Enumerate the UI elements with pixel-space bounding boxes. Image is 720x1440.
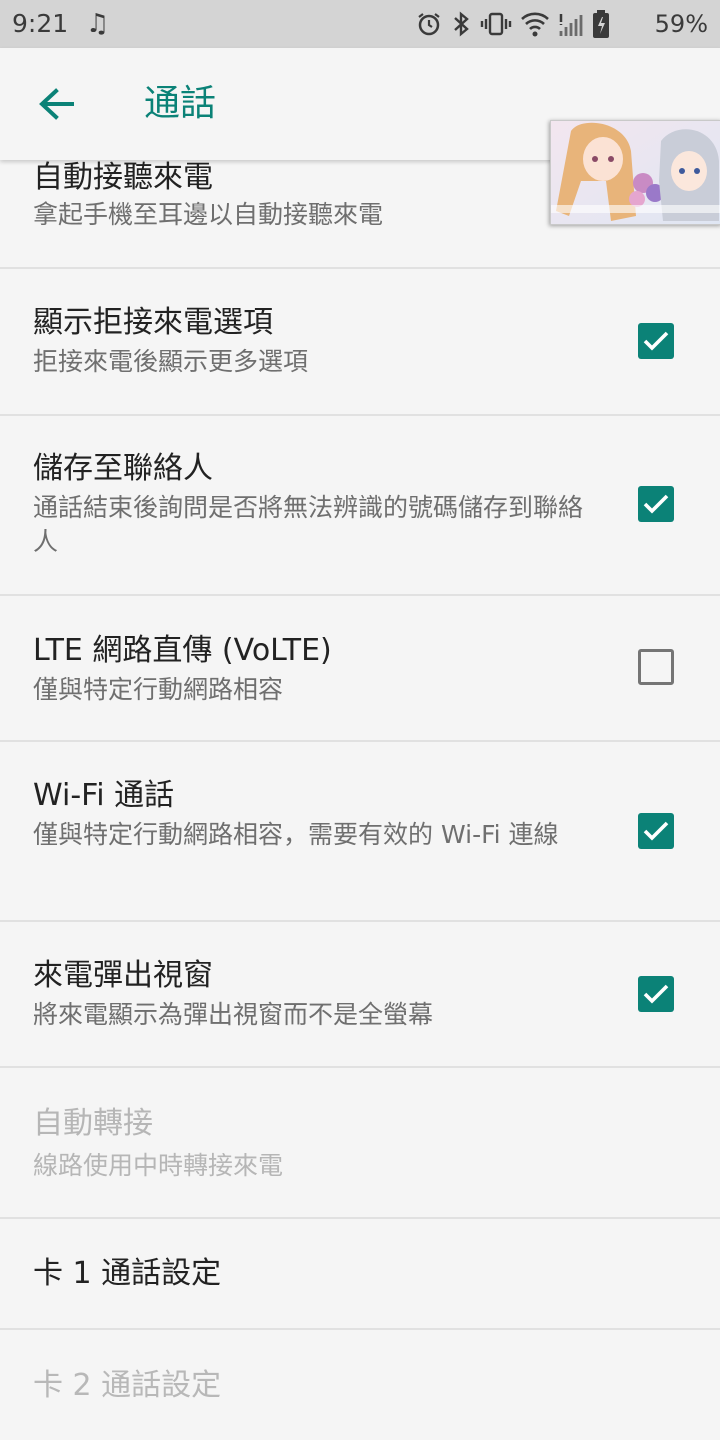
wifi-icon <box>520 10 550 38</box>
setting-title: Wi-Fi 通話 <box>33 778 175 813</box>
checkbox-checked[interactable] <box>638 976 674 1012</box>
setting-title: 卡 2 通話設定 <box>33 1368 222 1403</box>
status-icons <box>416 6 610 42</box>
setting-subtitle: 僅與特定行動網路相容 <box>33 675 284 704</box>
alarm-icon <box>416 11 442 37</box>
checkbox-checked[interactable] <box>638 486 674 522</box>
back-button[interactable] <box>34 82 78 126</box>
setting-title: 儲存至聯絡人 <box>33 451 213 486</box>
battery-icon <box>592 9 610 39</box>
setting-call-forwarding[interactable]: 自動轉接 線路使用中時轉接來電 <box>0 1068 720 1219</box>
checkbox-checked[interactable] <box>638 813 674 849</box>
setting-save-to-contacts[interactable]: 儲存至聯絡人 通話結束後詢問是否將無法辨識的號碼儲存到聯絡人 <box>0 416 720 596</box>
setting-subtitle: 僅與特定行動網路相容，需要有效的 Wi-Fi 連線 <box>33 820 559 849</box>
setting-volte[interactable]: LTE 網路直傳 (VoLTE) 僅與特定行動網路相容 <box>0 596 720 742</box>
status-time: 9:21 <box>12 9 69 38</box>
status-bar: 9:21 ♫ 59% <box>0 0 720 48</box>
setting-sim1-call-settings[interactable]: 卡 1 通話設定 <box>0 1219 720 1330</box>
setting-title: 自動接聽來電 <box>33 160 213 195</box>
checkbox-unchecked[interactable] <box>638 649 674 685</box>
page-title: 通話 <box>144 83 217 124</box>
setting-subtitle: 拒接來電後顯示更多選項 <box>33 347 309 376</box>
setting-subtitle: 線路使用中時轉接來電 <box>33 1151 284 1180</box>
setting-subtitle: 通話結束後詢問是否將無法辨識的號碼儲存到聯絡人 <box>33 493 584 556</box>
setting-subtitle: 將來電顯示為彈出視窗而不是全螢幕 <box>33 1000 434 1029</box>
setting-title: 卡 1 通話設定 <box>33 1256 222 1291</box>
bluetooth-icon <box>450 10 472 38</box>
setting-sim2-call-settings[interactable]: 卡 2 通話設定 <box>0 1330 720 1440</box>
music-note-icon: ♫ <box>86 9 110 39</box>
floating-thumbnail-image[interactable] <box>550 120 720 225</box>
settings-list: 自動接聽來電 拿起手機至耳邊以自動接聽來電 顯示拒接來電選項 拒接來電後顯示更多… <box>0 160 720 1440</box>
setting-title: 自動轉接 <box>33 1106 153 1141</box>
signal-icon <box>558 10 584 38</box>
setting-incoming-popup[interactable]: 來電彈出視窗 將來電顯示為彈出視窗而不是全螢幕 <box>0 922 720 1068</box>
setting-show-reject-options[interactable]: 顯示拒接來電選項 拒接來電後顯示更多選項 <box>0 269 720 416</box>
vibrate-icon <box>480 11 512 37</box>
battery-percent: 59% <box>654 10 708 38</box>
checkbox-checked[interactable] <box>638 323 674 359</box>
setting-subtitle: 拿起手機至耳邊以自動接聽來電 <box>33 200 384 229</box>
setting-title: 來電彈出視窗 <box>33 958 213 993</box>
setting-title: LTE 網路直傳 (VoLTE) <box>33 633 332 668</box>
arrow-back-icon <box>39 88 74 120</box>
setting-title: 顯示拒接來電選項 <box>33 305 273 340</box>
setting-wifi-calling[interactable]: Wi-Fi 通話 僅與特定行動網路相容，需要有效的 Wi-Fi 連線 <box>0 742 720 922</box>
